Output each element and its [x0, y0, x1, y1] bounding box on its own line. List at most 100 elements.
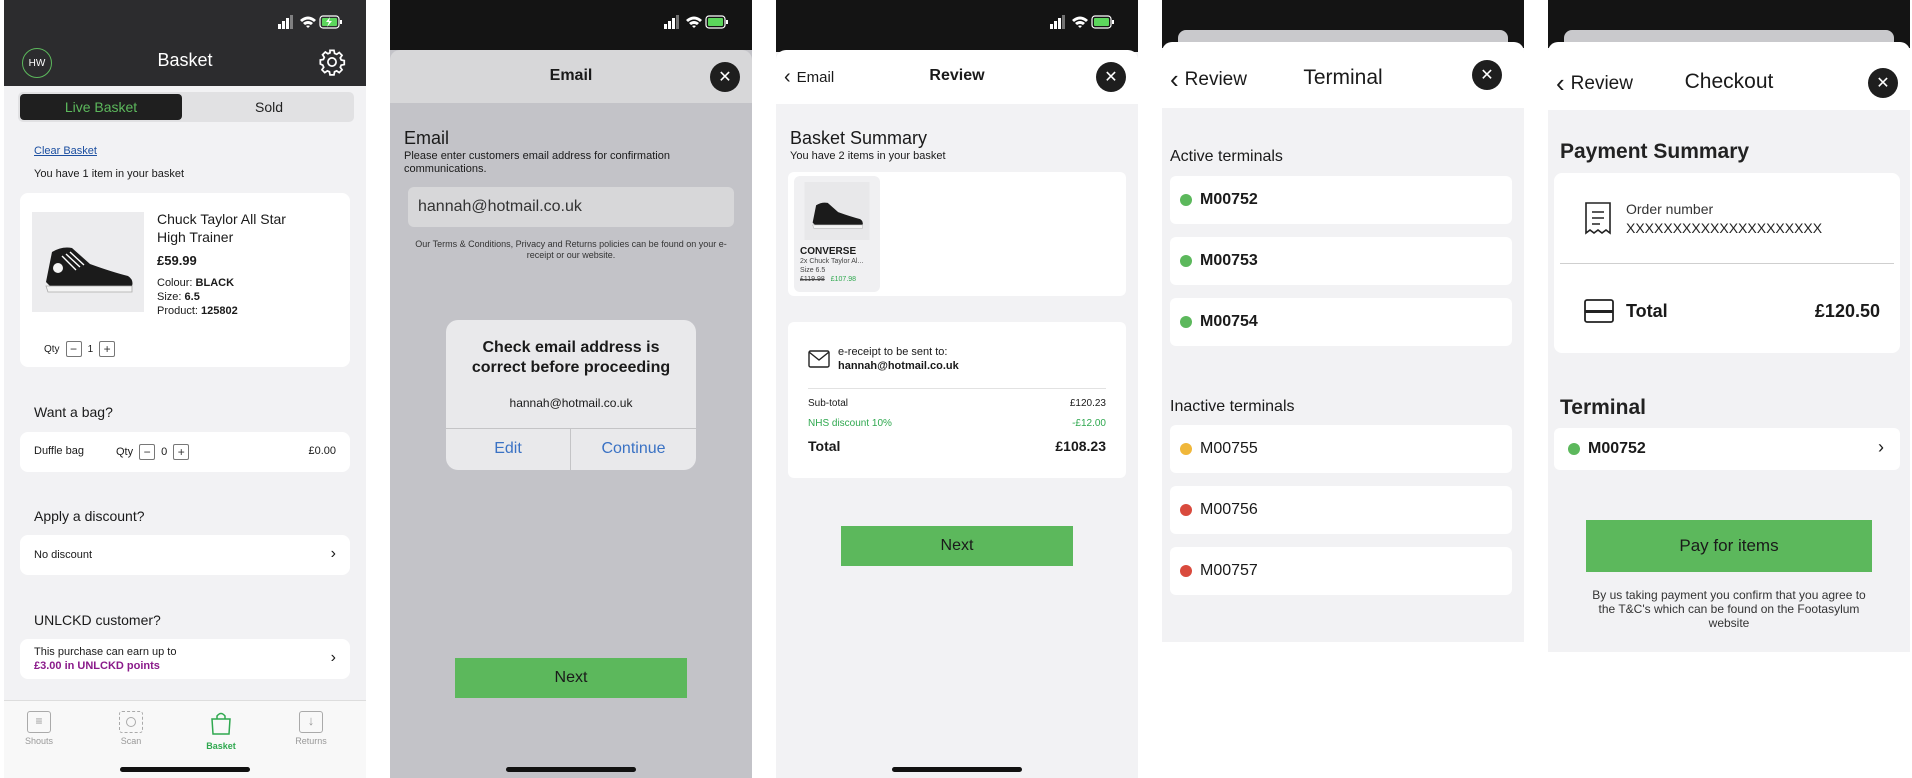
unlckd-row[interactable]: This purchase can earn up to £3.00 in UN…	[20, 639, 350, 679]
terminal-row-active[interactable]: M00752	[1170, 176, 1512, 224]
status-dot	[1180, 565, 1192, 577]
item-old-price: £119.98	[800, 276, 825, 283]
bag-qty-stepper: Qty − 0 +	[116, 444, 190, 460]
product-details: Colour: BLACK Size: 6.5 Product: 125802	[157, 277, 238, 317]
payment-summary-heading: Payment Summary	[1560, 140, 1750, 163]
item-desc: 2x Chuck Taylor Al...	[800, 258, 864, 265]
alert-email: hannah@hotmail.co.uk	[509, 396, 633, 410]
mail-icon	[808, 350, 830, 368]
summary-subtitle: You have 2 items in your basket	[790, 150, 946, 162]
gear-icon[interactable]	[318, 48, 346, 76]
discount-heading: Apply a discount?	[34, 508, 145, 524]
qty-increment-button[interactable]: +	[99, 341, 116, 357]
returns-icon: ↓	[299, 711, 323, 733]
terminal-row-inactive: M00757	[1170, 547, 1512, 595]
status-dot	[1180, 255, 1192, 267]
chevron-right-icon: ›	[330, 649, 336, 666]
item-tile[interactable]: CONVERSE 2x Chuck Taylor Al... Size 6.5 …	[794, 176, 880, 292]
email-field[interactable]: hannah@hotmail.co.uk	[408, 187, 734, 227]
review-screen: ‹ Email Review ✕ Basket Summary You have …	[776, 0, 1138, 778]
continue-button[interactable]: Continue	[571, 428, 696, 470]
pay-button[interactable]: Pay for items	[1586, 520, 1872, 572]
chevron-left-icon: ‹	[1556, 68, 1565, 98]
back-button[interactable]: ‹ Email	[784, 66, 834, 89]
close-button[interactable]: ✕	[1472, 60, 1502, 90]
terminal-screen: ‹ Review Terminal ✕ Active terminals M007…	[1162, 0, 1524, 642]
tab-sold[interactable]: Sold	[186, 94, 352, 120]
items-card: CONVERSE 2x Chuck Taylor Al... Size 6.5 …	[788, 172, 1126, 296]
confirm-alert: Check email address is correct before pr…	[446, 320, 696, 470]
unlckd-heading: UNLCKD customer?	[34, 612, 161, 628]
clear-basket-link[interactable]: Clear Basket	[34, 145, 97, 157]
product-card[interactable]: Chuck Taylor All Star High Trainer £59.9…	[20, 193, 350, 367]
page-title: Basket	[157, 50, 213, 70]
nav-basket[interactable]: Basket	[198, 711, 244, 751]
discount-row[interactable]: No discount ›	[20, 535, 350, 575]
total-value: £108.23	[1055, 438, 1106, 454]
email-screen: Email ✕ Email Please enter customers ema…	[390, 0, 752, 778]
close-button[interactable]: ✕	[1868, 68, 1898, 98]
home-indicator	[892, 767, 1022, 772]
terminal-row-inactive: M00756	[1170, 486, 1512, 534]
payment-summary-card: Order number XXXXXXXXXXXXXXXXXXXXX Total…	[1554, 173, 1900, 353]
scan-icon	[119, 711, 143, 733]
terminal-row-active[interactable]: M00754	[1170, 298, 1512, 346]
order-number: XXXXXXXXXXXXXXXXXXXXX	[1626, 220, 1823, 236]
product-name: Chuck Taylor All Star High Trainer	[157, 211, 286, 245]
item-new-price: £107.98	[830, 276, 857, 283]
status-dot	[1180, 316, 1192, 328]
bag-decrement-button[interactable]: −	[139, 444, 156, 460]
product-price: £59.99	[157, 253, 197, 268]
email-heading: Email	[404, 128, 450, 148]
bag-increment-button[interactable]: +	[173, 444, 190, 460]
product-id: 125802	[201, 305, 238, 317]
back-button[interactable]: ‹ Review	[1556, 68, 1633, 99]
close-icon: ✕	[1480, 67, 1494, 84]
edit-button[interactable]: Edit	[446, 428, 570, 470]
bag-price: £0.00	[308, 445, 336, 457]
shoe-image	[45, 247, 133, 293]
terminal-row-active[interactable]: M00753	[1170, 237, 1512, 285]
checkout-screen: ‹ Review Checkout ✕ Payment Summary Order…	[1548, 0, 1910, 652]
product-size: 6.5	[184, 291, 200, 303]
receipt-icon	[1585, 202, 1611, 235]
tab-live-basket[interactable]: Live Basket	[20, 94, 182, 120]
status-bar-icons	[1050, 15, 1114, 29]
terminal-selector[interactable]: M00752 ›	[1554, 428, 1900, 470]
discount-value: No discount	[34, 549, 93, 561]
close-button[interactable]: ✕	[710, 62, 740, 92]
inactive-terminals-heading: Inactive terminals	[1170, 398, 1295, 415]
nav-shouts[interactable]: ≡ Shouts	[16, 711, 62, 746]
next-button[interactable]: Next	[841, 526, 1073, 566]
status-dot	[1180, 504, 1192, 516]
close-icon: ✕	[718, 69, 732, 86]
selected-terminal: M00752	[1588, 440, 1646, 457]
item-size: Size 6.5	[800, 267, 826, 274]
terminal-heading: Terminal	[1560, 396, 1646, 419]
list-icon: ≡	[27, 711, 51, 733]
close-icon: ✕	[1876, 75, 1890, 92]
nav-scan[interactable]: Scan	[108, 711, 154, 746]
product-image	[32, 212, 144, 312]
qty-decrement-button[interactable]: −	[65, 341, 82, 357]
status-dot	[1180, 443, 1192, 455]
status-dot	[1180, 194, 1192, 206]
bag-name: Duffle bag	[34, 445, 84, 457]
active-terminals-heading: Active terminals	[1170, 148, 1283, 165]
alert-title: Check email address is correct before pr…	[471, 339, 671, 376]
totals-card: e-receipt to be sent to: hannah@hotmail.…	[788, 322, 1126, 478]
card-icon	[1584, 299, 1614, 323]
product-colour: BLACK	[195, 277, 235, 289]
qty-value: 1	[87, 343, 94, 355]
unlckd-points: £3.00 in UNLCKD points	[34, 660, 160, 672]
total-value: £120.50	[1814, 301, 1880, 321]
close-button[interactable]: ✕	[1096, 62, 1126, 92]
chevron-left-icon: ‹	[784, 66, 791, 88]
bag-row: Duffle bag Qty − 0 + £0.00	[20, 432, 350, 472]
home-indicator	[506, 767, 636, 772]
terms-text: Our Terms & Conditions, Privacy and Retu…	[415, 239, 727, 260]
back-button[interactable]: ‹ Review	[1170, 64, 1247, 95]
nav-returns[interactable]: ↓ Returns	[288, 711, 334, 746]
payment-disclaimer: By us taking payment you confirm that yo…	[1592, 588, 1866, 630]
next-button[interactable]: Next	[455, 658, 687, 698]
